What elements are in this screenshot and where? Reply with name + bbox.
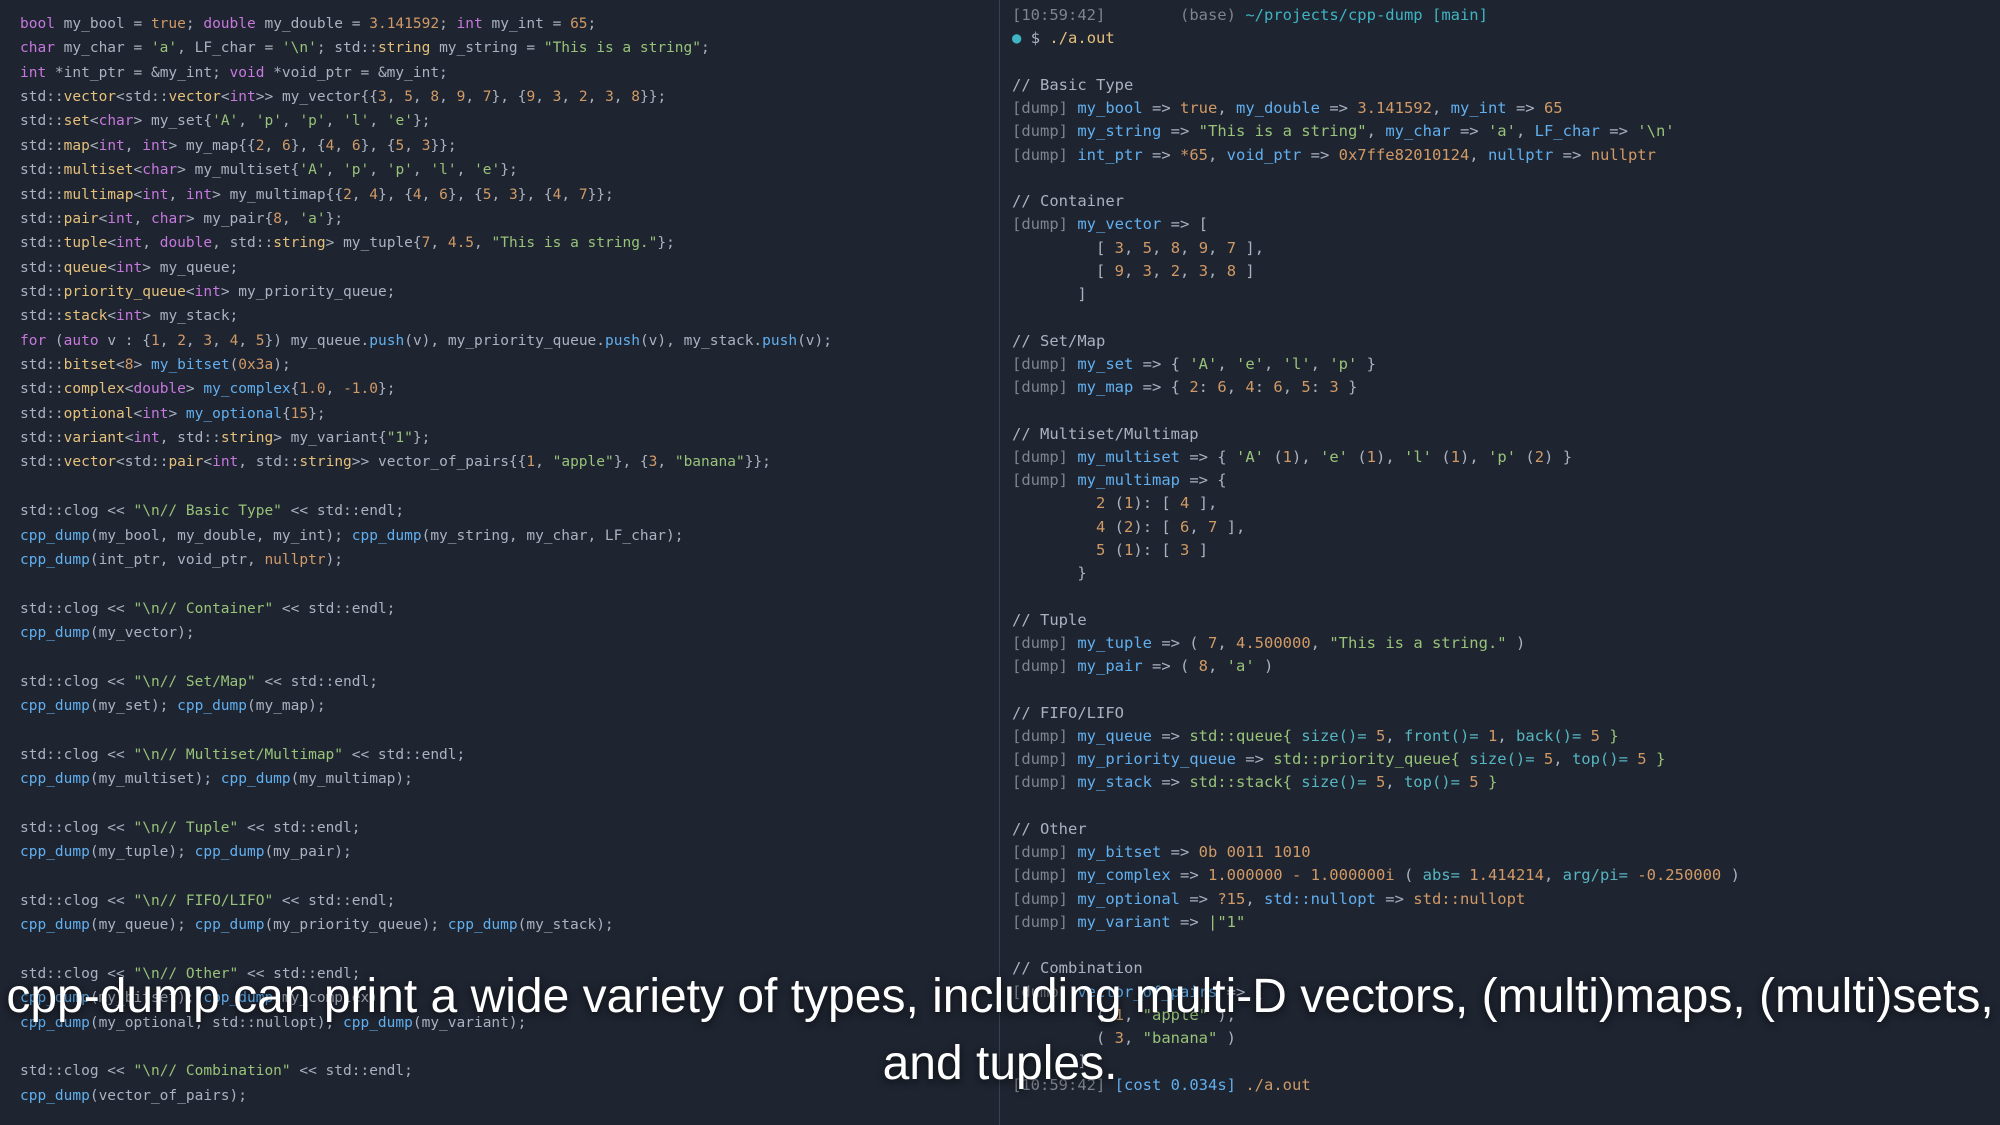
code-line: cpp_dump(my_set); cpp_dump(my_map); (20, 694, 979, 718)
terminal-output: 5 (1): [ 3 ] (1012, 539, 1988, 562)
terminal-output: [ 3, 5, 8, 9, 7 ], (1012, 237, 1988, 260)
terminal-output: ] (1012, 283, 1988, 306)
terminal-output: ] (1012, 1050, 1988, 1073)
code-line: std::stack<int> my_stack; (20, 304, 979, 328)
code-line: cpp_dump(my_queue); cpp_dump(my_priority… (20, 913, 979, 937)
terminal-section: // Other (1012, 818, 1988, 841)
code-line: std::clog << "\n// Container" << std::en… (20, 597, 979, 621)
terminal-output: [dump] my_priority_queue => std::priorit… (1012, 748, 1988, 771)
code-line: cpp_dump(my_multiset); cpp_dump(my_multi… (20, 767, 979, 791)
code-line: std::vector<std::vector<int>> my_vector{… (20, 85, 979, 109)
code-line: int *int_ptr = &my_int; void *void_ptr =… (20, 61, 979, 85)
terminal-prompt-line: [10:59:42] (base) ~/projects/cpp-dump [m… (1012, 4, 1988, 27)
terminal-output: [dump] my_queue => std::queue{ size()= 5… (1012, 725, 1988, 748)
code-line: cpp_dump(int_ptr, void_ptr, nullptr); (20, 548, 979, 572)
terminal-section: // Basic Type (1012, 74, 1988, 97)
code-line: std::complex<double> my_complex{1.0, -1.… (20, 377, 979, 401)
terminal-output: ( 3, "banana" ) (1012, 1027, 1988, 1050)
terminal-section: // Set/Map (1012, 330, 1988, 353)
code-line: std::clog << "\n// Combination" << std::… (20, 1059, 979, 1083)
split-view: bool my_bool = true; double my_double = … (0, 0, 2000, 1125)
code-editor-pane[interactable]: bool my_bool = true; double my_double = … (0, 0, 1000, 1125)
terminal-output: [dump] my_complex => 1.000000 - 1.000000… (1012, 864, 1988, 887)
code-line: cpp_dump(my_bool, my_double, my_int); cp… (20, 524, 979, 548)
code-line: std::queue<int> my_queue; (20, 256, 979, 280)
code-line: std::clog << "\n// Basic Type" << std::e… (20, 499, 979, 523)
terminal-output: [dump] my_tuple => ( 7, 4.500000, "This … (1012, 632, 1988, 655)
code-line: cpp_dump(vector_of_pairs); (20, 1084, 979, 1108)
terminal-output: [dump] my_map => { 2: 6, 4: 6, 5: 3 } (1012, 376, 1988, 399)
code-line: std::optional<int> my_optional{15}; (20, 402, 979, 426)
code-line: std::clog << "\n// Set/Map" << std::endl… (20, 670, 979, 694)
terminal-output: 4 (2): [ 6, 7 ], (1012, 516, 1988, 539)
terminal-output: [dump] my_vector => [ (1012, 213, 1988, 236)
code-line: cpp_dump(my_optional, std::nullopt); cpp… (20, 1011, 979, 1035)
terminal-output: } (1012, 562, 1988, 585)
terminal-section: // Container (1012, 190, 1988, 213)
code-line: std::priority_queue<int> my_priority_que… (20, 280, 979, 304)
terminal-output: [dump] my_multiset => { 'A' (1), 'e' (1)… (1012, 446, 1988, 469)
code-line: std::pair<int, char> my_pair{8, 'a'}; (20, 207, 979, 231)
code-line: std::clog << "\n// Tuple" << std::endl; (20, 816, 979, 840)
terminal-output: [dump] my_bool => true, my_double => 3.1… (1012, 97, 1988, 120)
code-line: for (auto v : {1, 2, 3, 4, 5}) my_queue.… (20, 329, 979, 353)
code-line: std::clog << "\n// FIFO/LIFO" << std::en… (20, 889, 979, 913)
terminal-output: [dump] int_ptr => *65, void_ptr => 0x7ff… (1012, 144, 1988, 167)
code-line: std::clog << "\n// Multiset/Multimap" <<… (20, 743, 979, 767)
code-line: std::tuple<int, double, std::string> my_… (20, 231, 979, 255)
code-line: std::clog << "\n// Other" << std::endl; (20, 962, 979, 986)
terminal-output: [dump] my_multimap => { (1012, 469, 1988, 492)
terminal-output: [dump] my_set => { 'A', 'e', 'l', 'p' } (1012, 353, 1988, 376)
code-line: cpp_dump(my_tuple); cpp_dump(my_pair); (20, 840, 979, 864)
code-line: std::bitset<8> my_bitset(0x3a); (20, 353, 979, 377)
terminal-output: [dump] my_optional => ?15, std::nullopt … (1012, 888, 1988, 911)
code-line: std::multiset<char> my_multiset{'A', 'p'… (20, 158, 979, 182)
terminal-output: [dump] my_string => "This is a string", … (1012, 120, 1988, 143)
code-line: std::map<int, int> my_map{{2, 6}, {4, 6}… (20, 134, 979, 158)
code-line: std::multimap<int, int> my_multimap{{2, … (20, 183, 979, 207)
terminal-section: // Tuple (1012, 609, 1988, 632)
code-line: bool my_bool = true; double my_double = … (20, 12, 979, 36)
terminal-pane[interactable]: [10:59:42] (base) ~/projects/cpp-dump [m… (1000, 0, 2000, 1125)
terminal-output: [dump] my_stack => std::stack{ size()= 5… (1012, 771, 1988, 794)
terminal-section: // FIFO/LIFO (1012, 702, 1988, 725)
terminal-section: // Combination (1012, 957, 1988, 980)
terminal-section: // Multiset/Multimap (1012, 423, 1988, 446)
code-line: cpp_dump(my_vector); (20, 621, 979, 645)
terminal-output: [ 9, 3, 2, 3, 8 ] (1012, 260, 1988, 283)
terminal-output: [dump] my_variant => |"1" (1012, 911, 1988, 934)
terminal-output: [dump] my_bitset => 0b 0011 1010 (1012, 841, 1988, 864)
code-line: std::vector<std::pair<int, std::string>>… (20, 450, 979, 474)
terminal-output: [dump] vector_of_pairs => [ (1012, 981, 1988, 1004)
code-line: char my_char = 'a', LF_char = '\n'; std:… (20, 36, 979, 60)
code-line: std::set<char> my_set{'A', 'p', 'p', 'l'… (20, 109, 979, 133)
terminal-output: [dump] my_pair => ( 8, 'a' ) (1012, 655, 1988, 678)
terminal-command-line: ● $ ./a.out (1012, 27, 1988, 50)
code-line: cpp_dump(my_bitset); cpp_dump(my_complex… (20, 986, 979, 1010)
terminal-output: 2 (1): [ 4 ], (1012, 492, 1988, 515)
terminal-output: ( 1, "apple" ), (1012, 1004, 1988, 1027)
terminal-prompt-line: [10:59:42] [cost 0.034s] ./a.out (1012, 1074, 1988, 1097)
code-line: std::variant<int, std::string> my_varian… (20, 426, 979, 450)
